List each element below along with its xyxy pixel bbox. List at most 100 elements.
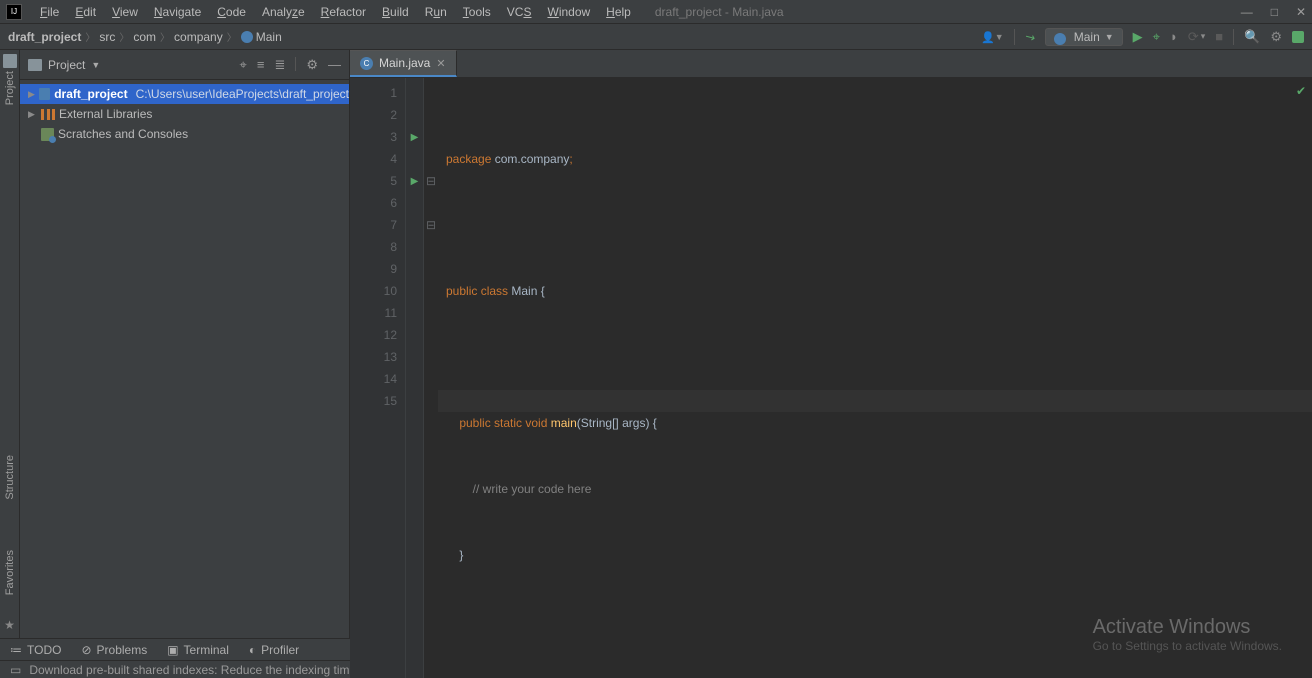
tree-project-root[interactable]: ▶ draft_project C:\Users\user\IdeaProjec… (20, 84, 349, 104)
menu-help[interactable]: Help (598, 3, 639, 21)
project-tool-icon[interactable] (3, 54, 17, 68)
line-number[interactable]: 6 (350, 192, 397, 214)
run-config-label: Main (1074, 30, 1100, 44)
structure-tool-tab[interactable]: Structure (4, 455, 16, 500)
tree-item-label: External Libraries (59, 107, 152, 121)
class-icon (1054, 33, 1066, 45)
menu-file[interactable]: File (32, 3, 67, 21)
line-number[interactable]: 2 (350, 104, 397, 126)
breadcrumb-item[interactable]: company (174, 30, 223, 44)
expand-all-icon[interactable]: ≡ (257, 57, 265, 73)
breadcrumb-item[interactable]: com (133, 30, 156, 44)
close-icon[interactable]: ✕ (436, 57, 445, 70)
run-config-dropdown[interactable]: Main ▼ (1045, 28, 1123, 46)
project-tool-tab[interactable]: Project (4, 71, 16, 105)
tab-problems[interactable]: ⊘Problems (81, 643, 147, 657)
line-number[interactable]: 15 (350, 390, 397, 412)
project-panel-header: Project ▼ ⌖ ≡ ≣ ⚙ — (20, 50, 349, 80)
window-close-icon[interactable]: ✕ (1296, 5, 1306, 19)
collapse-all-icon[interactable]: ≣ (274, 57, 285, 73)
nav-row: draft_project 〉 src 〉 com 〉 company 〉 Ma… (0, 24, 1312, 50)
gear-icon[interactable]: ⚙ (306, 57, 318, 73)
profile-icon[interactable]: ⟳ (1188, 29, 1199, 45)
window-maximize-icon[interactable]: □ (1271, 5, 1278, 19)
left-tool-strip: Project Structure Favorites ★ (0, 50, 20, 638)
search-icon[interactable]: 🔍 (1244, 29, 1260, 45)
status-window-icon[interactable]: ▭ (10, 663, 21, 677)
line-number[interactable]: 9 (350, 258, 397, 280)
line-number[interactable]: 1 (350, 82, 397, 104)
menu-build[interactable]: Build (374, 3, 417, 21)
tree-external-libraries[interactable]: ▶ External Libraries (20, 104, 349, 124)
analysis-ok-icon[interactable]: ✔ (1296, 84, 1306, 98)
tree-item-path: C:\Users\user\IdeaProjects\draft_project (136, 87, 349, 101)
chevron-right-icon[interactable]: ▶ (28, 109, 37, 120)
coverage-icon[interactable]: ◗ (1170, 29, 1178, 44)
line-number[interactable]: 11 (350, 302, 397, 324)
line-number[interactable]: 4 (350, 148, 397, 170)
menu-run[interactable]: Run (417, 3, 455, 21)
chevron-down-icon[interactable]: ▾ (1201, 31, 1206, 42)
menu-tools[interactable]: Tools (455, 3, 499, 21)
project-panel: Project ▼ ⌖ ≡ ≣ ⚙ — ▶ draft_project C:\U… (20, 50, 350, 638)
favorites-tool-tab[interactable]: Favorites (4, 550, 16, 595)
fold-end-icon[interactable]: ⊟ (426, 218, 436, 232)
line-gutter[interactable]: 1 2 3 4 5 6 7 8 9 10 11 12 13 14 15 (350, 78, 406, 678)
line-number[interactable]: 10 (350, 280, 397, 302)
tab-todo[interactable]: ≔TODO (10, 643, 61, 657)
stop-icon[interactable]: ■ (1215, 29, 1223, 44)
debug-icon[interactable]: ⌖ (1153, 29, 1160, 45)
code-area[interactable]: 1 2 3 4 5 6 7 8 9 10 11 12 13 14 15 ▶ ▶ (350, 78, 1312, 678)
menu-vcs[interactable]: VCS (499, 3, 540, 21)
current-line-highlight (438, 390, 1312, 412)
chevron-down-icon[interactable]: ▼ (995, 32, 1004, 42)
menu-edit[interactable]: Edit (67, 3, 104, 21)
warning-icon: ⊘ (81, 643, 91, 657)
menu-navigate[interactable]: Navigate (146, 3, 209, 21)
scratches-icon (41, 128, 54, 141)
window-title: draft_project - Main.java (655, 5, 784, 19)
list-icon: ≔ (10, 643, 22, 657)
editor-tab[interactable]: C Main.java ✕ (350, 50, 457, 77)
line-number[interactable]: 8 (350, 236, 397, 258)
line-number[interactable]: 5 (350, 170, 397, 192)
select-opened-file-icon[interactable]: ⌖ (240, 57, 247, 73)
main-menu: File Edit View Navigate Code Analyze Ref… (32, 3, 639, 21)
editor: C Main.java ✕ 1 2 3 4 5 6 7 8 9 10 11 12… (350, 50, 1312, 638)
menu-window[interactable]: Window (539, 3, 598, 21)
chevron-right-icon[interactable]: ▶ (28, 89, 35, 100)
build-icon[interactable]: ↘ (1022, 28, 1038, 45)
run-marker-column: ▶ ▶ (406, 78, 424, 678)
chevron-down-icon: ▼ (1105, 32, 1114, 42)
menu-analyze[interactable]: Analyze (254, 3, 313, 21)
line-number[interactable]: 13 (350, 346, 397, 368)
run-line-icon[interactable]: ▶ (411, 176, 419, 187)
line-number[interactable]: 3 (350, 126, 397, 148)
terminal-icon: ▣ (167, 643, 178, 657)
breadcrumb: draft_project 〉 src 〉 com 〉 company 〉 Ma… (0, 29, 282, 44)
star-icon: ★ (4, 618, 15, 632)
menu-code[interactable]: Code (209, 3, 254, 21)
gear-icon[interactable]: ⚙ (1270, 29, 1282, 45)
breadcrumb-item[interactable]: draft_project (8, 30, 81, 44)
run-line-icon[interactable]: ▶ (411, 132, 419, 143)
tab-profiler[interactable]: ◐Profiler (249, 643, 299, 657)
tree-scratches[interactable]: Scratches and Consoles (20, 124, 349, 144)
line-number[interactable]: 7 (350, 214, 397, 236)
window-minimize-icon[interactable]: — (1241, 5, 1253, 19)
run-icon[interactable]: ▶ (1133, 29, 1143, 45)
tab-terminal[interactable]: ▣Terminal (167, 643, 229, 657)
add-user-icon[interactable] (981, 29, 995, 44)
code-content[interactable]: package com.company; public class Main {… (438, 78, 1312, 678)
chevron-down-icon[interactable]: ▼ (91, 60, 100, 70)
app-icon: IJ (6, 4, 22, 20)
hide-panel-icon[interactable]: — (328, 57, 341, 73)
line-number[interactable]: 12 (350, 324, 397, 346)
menu-refactor[interactable]: Refactor (313, 3, 374, 21)
fold-start-icon[interactable]: ⊟ (426, 174, 436, 188)
line-number[interactable]: 14 (350, 368, 397, 390)
breadcrumb-item[interactable]: src (99, 30, 115, 44)
breadcrumb-item[interactable]: Main (241, 29, 282, 44)
notifications-icon[interactable] (1292, 31, 1304, 43)
menu-view[interactable]: View (104, 3, 146, 21)
